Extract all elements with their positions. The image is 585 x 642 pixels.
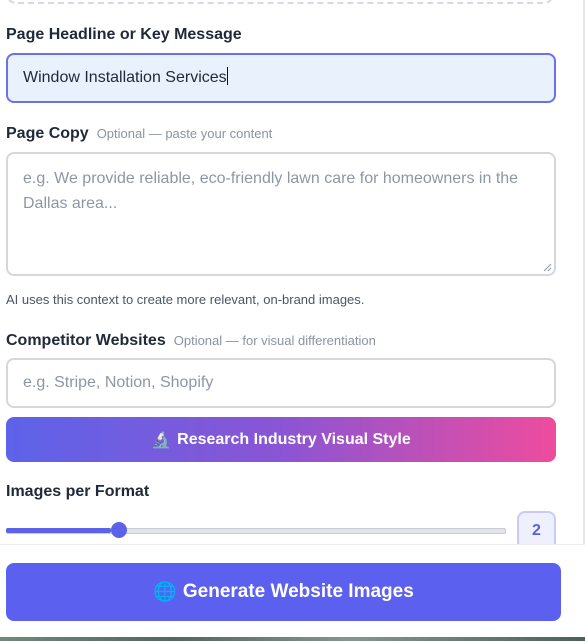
generate-images-button[interactable]: 🌐 Generate Website Images bbox=[6, 563, 561, 621]
page-copy-textarea[interactable]: e.g. We provide reliable, eco-friendly l… bbox=[6, 152, 556, 276]
competitors-placeholder: e.g. Stripe, Notion, Shopify bbox=[23, 374, 214, 391]
page-copy-label-text: Page Copy bbox=[6, 125, 89, 142]
headline-input[interactable]: Window Installation Services bbox=[6, 53, 556, 103]
globe-icon: 🌐 bbox=[153, 582, 177, 603]
headline-value: Window Installation Services bbox=[23, 69, 227, 86]
competitors-input[interactable]: e.g. Stripe, Notion, Shopify bbox=[6, 358, 556, 408]
page-copy-label: Page Copy Optional — paste your content bbox=[6, 125, 272, 143]
competitors-label: Competitor Websites Optional — for visual… bbox=[6, 332, 376, 350]
research-button-label: Research Industry Visual Style bbox=[177, 430, 411, 448]
text-caret bbox=[226, 67, 228, 85]
images-per-format-value[interactable]: 2 bbox=[517, 511, 556, 544]
headline-label-text: Page Headline or Key Message bbox=[6, 26, 242, 43]
research-style-button[interactable]: 🔬 Research Industry Visual Style bbox=[6, 417, 556, 462]
page-copy-hint: Optional — paste your content bbox=[96, 126, 273, 141]
form-scroll-area[interactable]: Page Headline or Key Message Window Inst… bbox=[0, 0, 585, 544]
competitors-hint: Optional — for visual differentiation bbox=[173, 333, 376, 348]
background-edge bbox=[0, 637, 585, 641]
upload-dropzone-edge bbox=[6, 0, 554, 4]
help-text: AI uses this context to create more rele… bbox=[6, 292, 365, 307]
images-per-format-label-text: Images per Format bbox=[6, 483, 150, 500]
slider-fill bbox=[6, 528, 111, 533]
slider-thumb[interactable] bbox=[111, 522, 127, 538]
resize-grip-icon[interactable] bbox=[543, 263, 552, 272]
generate-button-label: Generate Website Images bbox=[182, 581, 414, 602]
microscope-icon: 🔬 bbox=[151, 431, 172, 449]
headline-label: Page Headline or Key Message bbox=[6, 26, 242, 44]
images-per-format-slider[interactable] bbox=[6, 522, 506, 538]
page-copy-placeholder: e.g. We provide reliable, eco-friendly l… bbox=[23, 170, 519, 212]
images-per-format-label: Images per Format bbox=[6, 483, 149, 501]
competitors-label-text: Competitor Websites bbox=[6, 332, 166, 349]
